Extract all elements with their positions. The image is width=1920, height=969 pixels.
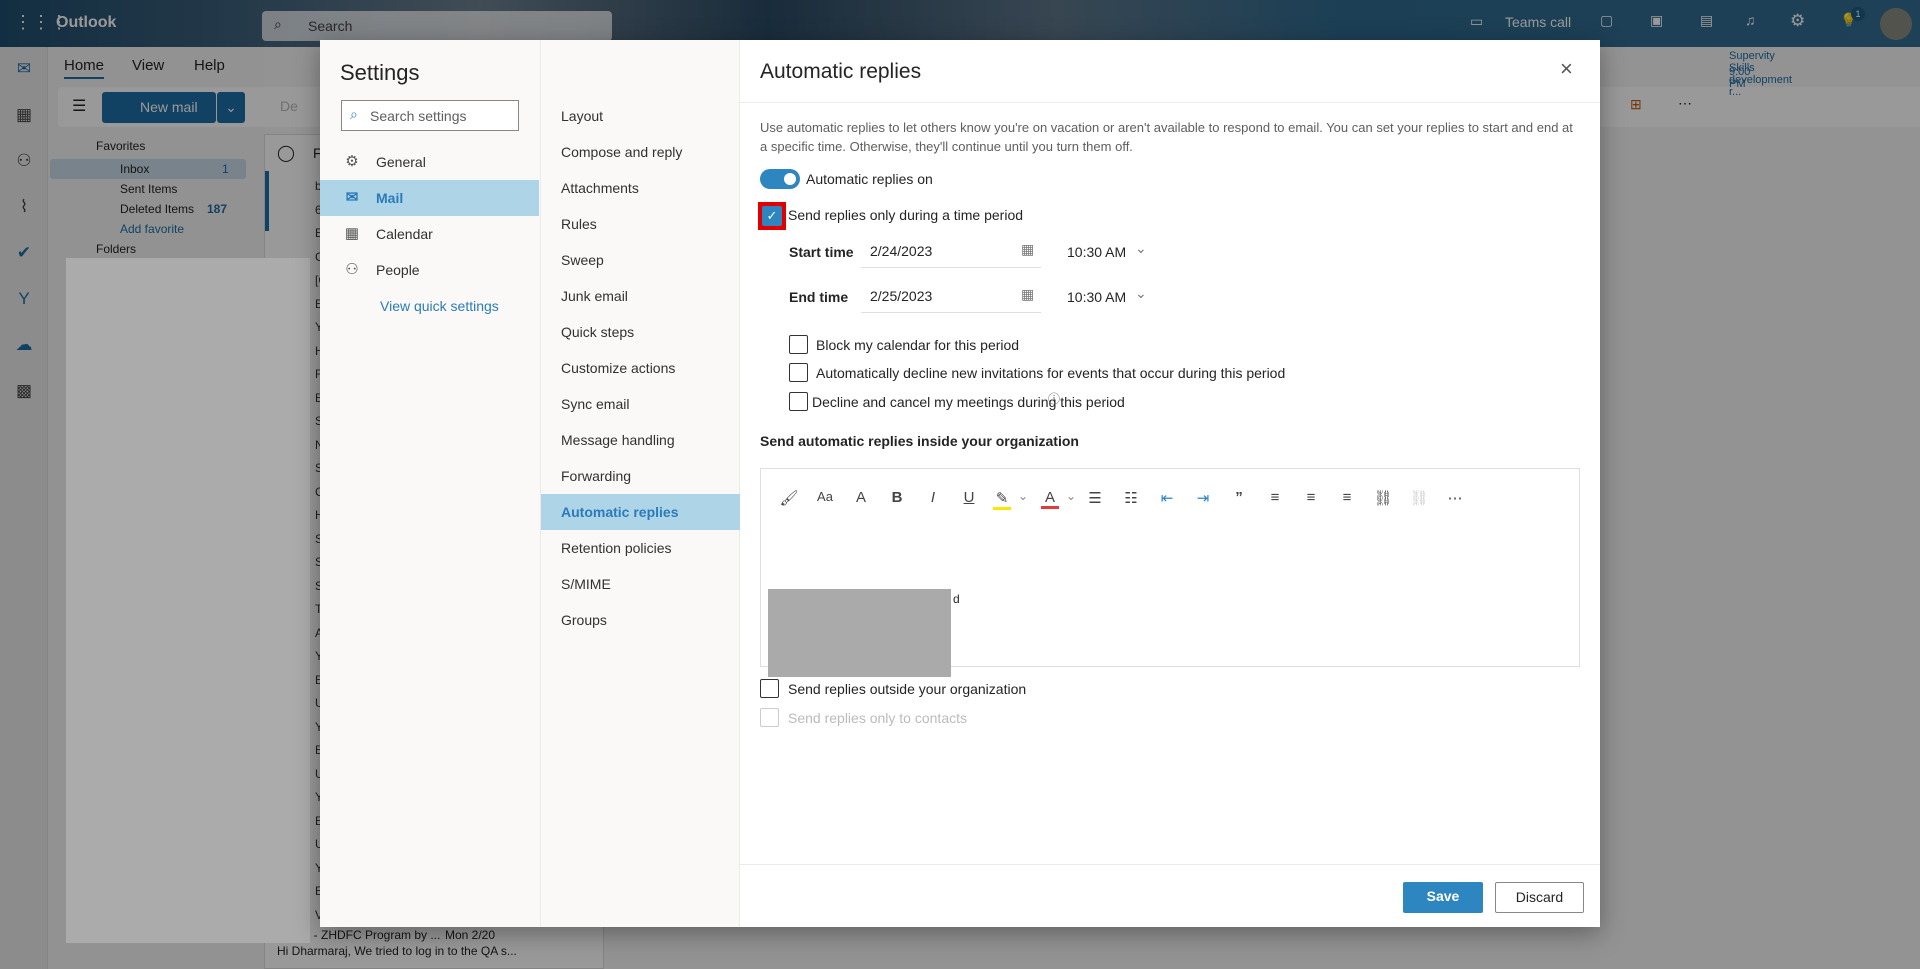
inside-org-heading: Send automatic replies inside your organ… [760,433,1079,449]
search-icon: ⌕ [350,106,358,122]
mail-section-compose-and-reply[interactable]: Compose and reply [541,134,740,170]
view-quick-settings-link[interactable]: View quick settings [380,298,499,314]
numbering-icon[interactable]: ☷ [1119,489,1143,507]
time-period-checkbox[interactable]: ✓ [762,206,782,226]
grow-font-icon[interactable]: A [849,489,873,506]
unlink-icon[interactable]: ⛓ [1407,489,1431,507]
calendar-icon[interactable]: ▦ [1021,286,1034,303]
decline-invitations-checkbox[interactable] [789,363,808,382]
increase-indent-icon[interactable]: ⇥ [1191,489,1215,507]
category-people[interactable]: ⚇ People [320,252,539,288]
search-settings-input[interactable]: ⌕ Search settings [341,100,519,131]
mail-section-sweep[interactable]: Sweep [541,242,740,278]
toggle-label: Automatic replies on [806,171,933,187]
description: Use automatic replies to let others know… [760,120,1573,154]
underline-icon[interactable]: U [957,489,981,506]
align-right-icon[interactable]: ≡ [1335,489,1359,506]
chevron-down-icon[interactable]: ⌄ [1135,285,1147,302]
mail-section-junk-email[interactable]: Junk email [541,278,740,314]
discard-button[interactable]: Discard [1495,882,1584,913]
category-general[interactable]: ⚙ General [320,144,539,180]
calendar-icon[interactable]: ▦ [1021,241,1034,258]
start-time-dropdown[interactable]: 10:30 AM [1067,244,1126,260]
start-time-label: Start time [789,244,854,260]
search-settings-placeholder: Search settings [370,108,467,124]
mail-section-automatic-replies[interactable]: Automatic replies [541,494,740,530]
align-left-icon[interactable]: ≡ [1263,489,1287,506]
info-icon[interactable]: ⓘ [1048,390,1060,407]
decrease-indent-icon[interactable]: ⇤ [1155,489,1179,507]
category-label: Calendar [376,226,433,242]
mail-section-groups[interactable]: Groups [541,602,740,638]
gear-icon: ⚙ [345,153,359,170]
time-period-label: Send replies only during a time period [788,207,1024,223]
pane-title: Automatic replies [760,60,922,83]
end-time-dropdown[interactable]: 10:30 AM [1067,289,1126,305]
mail-sections: Layout Compose and reply Attachments Rules S… [540,40,740,927]
automatic-replies-pane: Automatic replies × Use automatic replie… [740,40,1600,927]
start-date-input[interactable]: 2/24/2023 ▦ [861,235,1041,268]
calendar-icon: ▦ [344,225,360,242]
quote-icon[interactable]: ” [1227,489,1251,506]
redacted-content [768,589,951,677]
divider [740,102,1600,103]
contacts-only-checkbox [760,708,779,727]
font-size-icon[interactable]: Aa [813,489,837,504]
more-icon[interactable]: ⋯ [1443,489,1467,507]
end-date-input[interactable]: 2/25/2023 ▦ [861,280,1041,313]
italic-icon[interactable]: I [921,489,945,506]
reply-editor[interactable]: 🖌 Aa A B I U ✎ ⌄ A ⌄ ☰ ☷ ⇤ ⇥ ” ≡ ≡ ≡ ⛓ ⛓… [760,468,1580,677]
format-painter-icon[interactable]: 🖌 [777,489,801,507]
category-label: Mail [376,190,404,206]
end-date-value: 2/25/2023 [870,288,933,304]
category-mail[interactable]: ✉ Mail [320,180,539,216]
mail-section-retention-policies[interactable]: Retention policies [541,530,740,566]
footer-divider [740,864,1600,865]
chevron-down-icon[interactable]: ⌄ [1011,489,1035,503]
mail-section-layout[interactable]: Layout [541,98,740,134]
mail-section-sync-email[interactable]: Sync email [541,386,740,422]
chevron-down-icon[interactable]: ⌄ [1135,240,1147,257]
mail-section-rules[interactable]: Rules [541,206,740,242]
highlight-icon[interactable]: ✎ [993,489,1011,510]
chevron-down-icon[interactable]: ⌄ [1059,489,1083,503]
mail-section-message-handling[interactable]: Message handling [541,422,740,458]
mail-section-quick-steps[interactable]: Quick steps [541,314,740,350]
outside-org-label: Send replies outside your organization [788,681,1027,697]
toggle-knob [784,173,796,185]
mail-section-attachments[interactable]: Attachments [541,170,740,206]
mail-section-customize-actions[interactable]: Customize actions [541,350,740,386]
save-button[interactable]: Save [1403,882,1483,913]
people-icon: ⚇ [345,261,359,278]
settings-categories: Settings ⌕ Search settings ⚙ General ✉ Mai… [320,40,540,927]
mail-section-forwarding[interactable]: Forwarding [541,458,740,494]
category-calendar[interactable]: ▦ Calendar [320,216,539,252]
category-label: General [376,154,426,170]
bold-icon[interactable]: B [885,489,909,506]
settings-dialog: Settings ⌕ Search settings ⚙ General ✉ Mai… [320,40,1600,927]
align-center-icon[interactable]: ≡ [1299,489,1323,506]
bullets-icon[interactable]: ☰ [1083,489,1107,507]
editor-text: d [953,592,960,606]
block-calendar-label: Block my calendar for this period [816,337,1020,353]
outside-org-checkbox[interactable] [760,679,779,698]
mail-icon: ✉ [345,189,359,206]
decline-meetings-label: Decline and cancel my meetings during th… [812,394,1125,410]
blank-panel [66,258,310,943]
decline-invitations-label: Automatically decline new invitations fo… [816,365,1286,381]
mail-section-s-mime[interactable]: S/MIME [541,566,740,602]
font-color-icon[interactable]: A [1041,489,1059,509]
link-icon[interactable]: ⛓ [1371,489,1395,507]
block-calendar-checkbox[interactable] [789,335,808,354]
decline-meetings-checkbox[interactable] [789,392,808,411]
close-icon[interactable]: × [1560,56,1573,82]
start-date-value: 2/24/2023 [870,243,933,259]
contacts-only-label: Send replies only to contacts [788,710,967,726]
settings-title: Settings [340,60,420,85]
category-label: People [376,262,420,278]
automatic-replies-toggle[interactable] [760,169,800,189]
end-time-label: End time [789,289,849,305]
